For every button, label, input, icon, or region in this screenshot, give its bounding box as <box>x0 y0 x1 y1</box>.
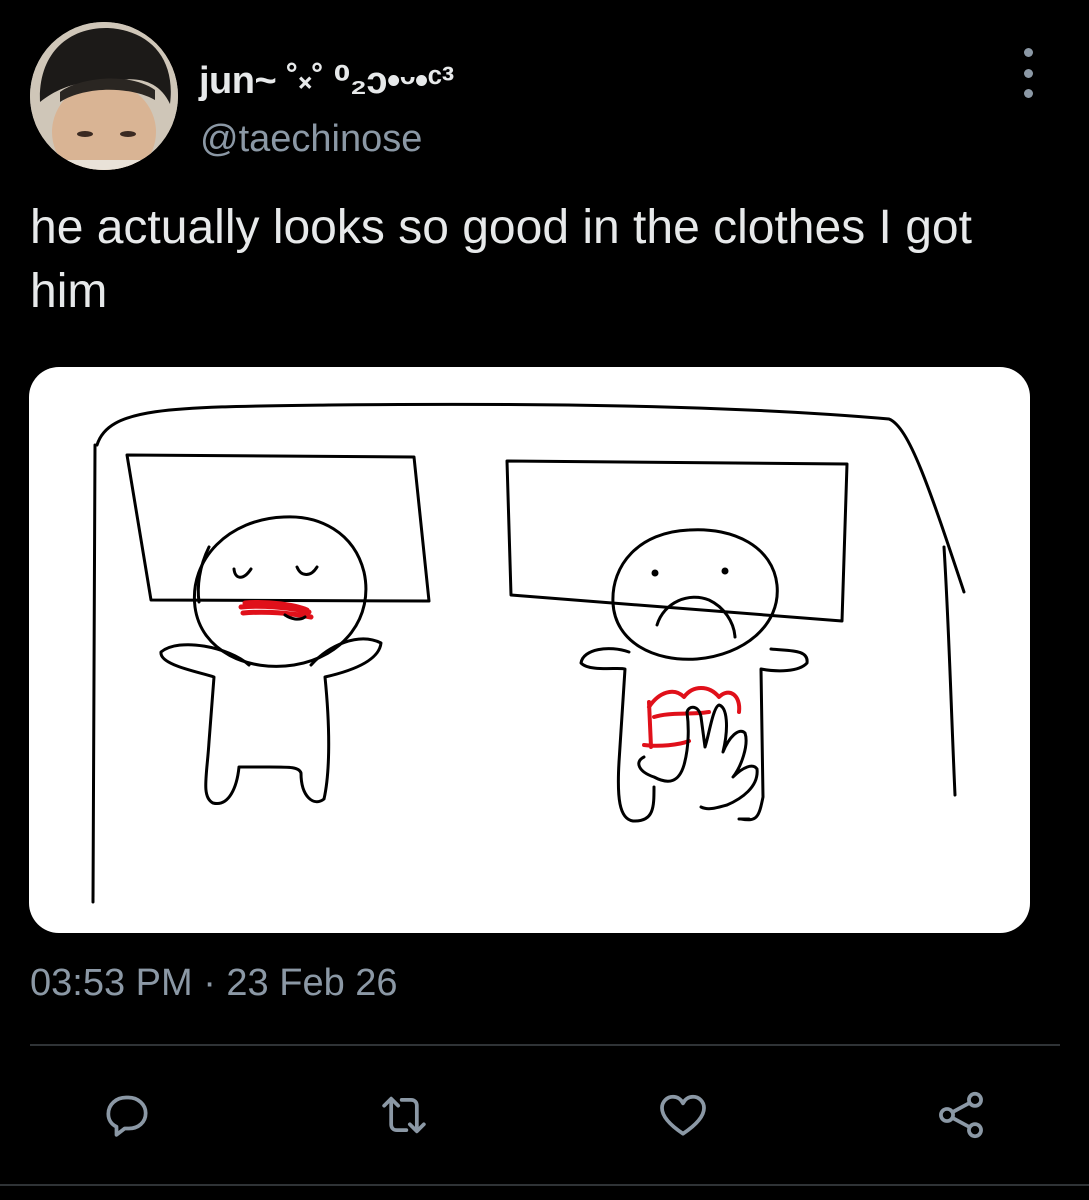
retweet-button[interactable] <box>369 1080 439 1150</box>
reply-icon <box>106 1095 148 1137</box>
more-vertical-icon[interactable] <box>1008 48 1048 98</box>
heart-icon <box>660 1094 706 1136</box>
share-button[interactable] <box>926 1080 996 1150</box>
tweet: jun~ ˚༝˚ ⁰₂ɔ•ᵕ•ᶜ³ @taechinose he actuall… <box>0 0 1089 1200</box>
dot <box>1023 48 1033 57</box>
dot <box>1023 89 1033 98</box>
reply-button[interactable] <box>92 1080 162 1150</box>
handle[interactable]: @taechinose <box>200 118 422 161</box>
timestamp[interactable]: 03:53 PM · 23 Feb 26 <box>30 962 398 1005</box>
dot <box>1023 68 1033 78</box>
like-button[interactable] <box>648 1080 718 1150</box>
divider <box>0 1184 1089 1186</box>
action-bar <box>0 1080 1089 1150</box>
tweet-text: he actually looks so good in the clothes… <box>30 201 972 318</box>
retweet-icon <box>382 1096 426 1134</box>
tweet-image[interactable] <box>29 367 1030 933</box>
divider <box>30 1044 1060 1046</box>
avatar[interactable] <box>30 22 178 170</box>
share-icon <box>939 1091 983 1139</box>
